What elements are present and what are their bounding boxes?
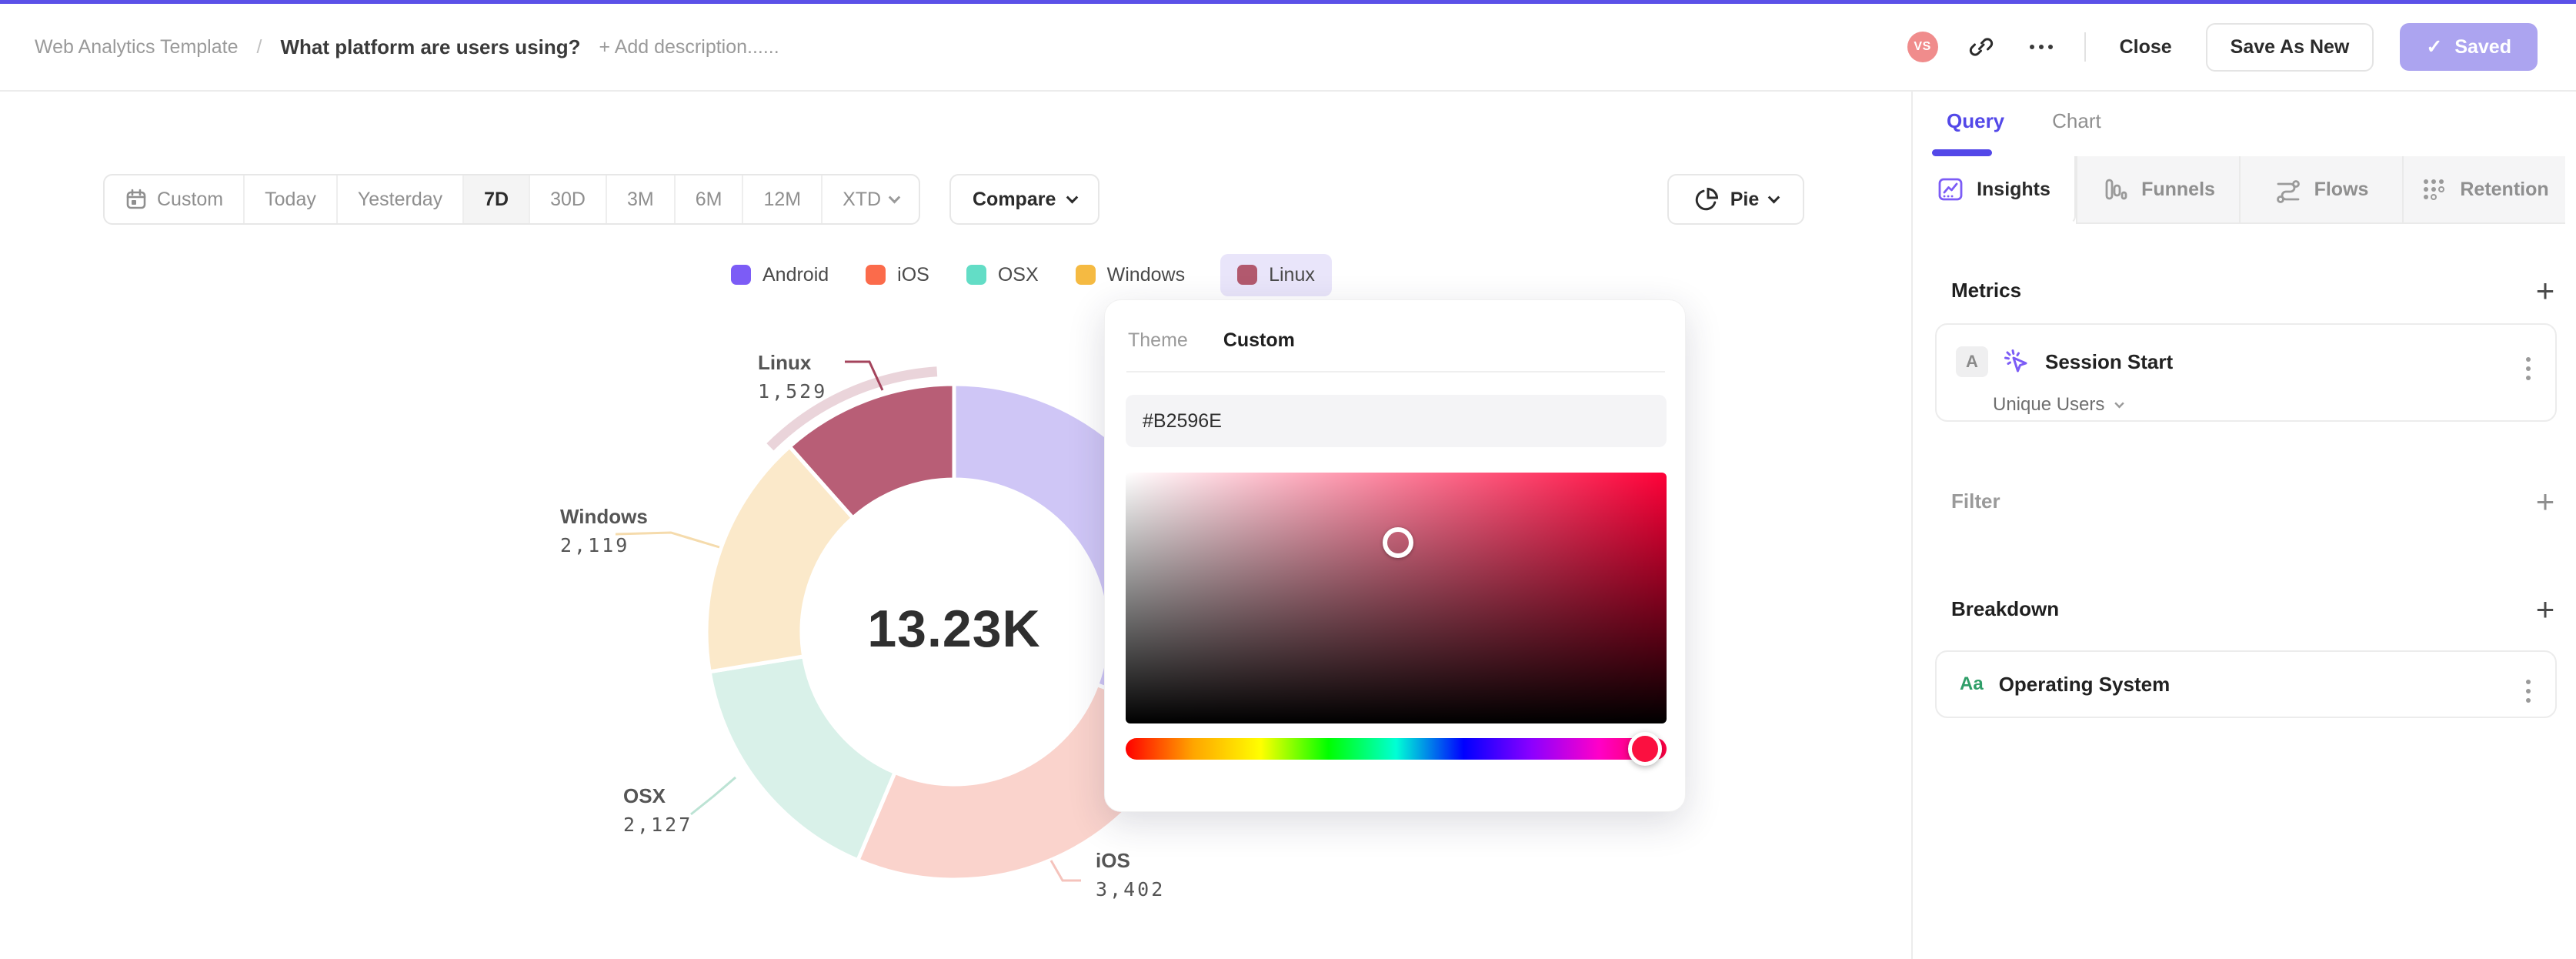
- label-connector-ios: [1049, 860, 1081, 882]
- breakdown-heading: Breakdown: [1951, 597, 2060, 620]
- legend-item-android[interactable]: Android: [729, 254, 830, 296]
- chevron-down-icon: [2114, 398, 2125, 408]
- date-range-selector: Custom Today Yesterday 7D 30D 3M 6M 12M XTD: [103, 174, 921, 225]
- slice-label-ios: iOS 3,402: [1096, 849, 1166, 901]
- label-connector-osx: [690, 776, 736, 816]
- active-tab-underline: [1932, 149, 1992, 156]
- legend-swatch: [1237, 265, 1258, 285]
- flows-icon: [2274, 175, 2302, 203]
- chevron-down-icon: [888, 191, 901, 203]
- chevron-down-icon: [1066, 191, 1079, 203]
- tab-retention[interactable]: Retention: [2402, 156, 2565, 224]
- legend-item-linux[interactable]: Linux: [1220, 253, 1332, 296]
- sidebar-mode-tabs: Query Chart: [1947, 109, 2101, 133]
- avatar[interactable]: VS: [1907, 32, 1938, 62]
- range-button-yesterday[interactable]: Yesterday: [335, 175, 462, 223]
- page-title[interactable]: What platform are users using?: [280, 35, 580, 59]
- range-button-today[interactable]: Today: [243, 175, 336, 223]
- slice-label-windows: Windows 2,119: [560, 505, 648, 556]
- compare-button[interactable]: Compare: [949, 174, 1100, 225]
- donut-slice-osx[interactable]: [707, 654, 897, 863]
- breadcrumb-root[interactable]: Web Analytics Template: [35, 36, 239, 58]
- breadcrumb: Web Analytics Template / What platform a…: [35, 4, 779, 90]
- close-button[interactable]: Close: [2112, 25, 2180, 69]
- tab-insights[interactable]: Insights: [1913, 156, 2076, 224]
- legend-swatch: [731, 265, 751, 285]
- filter-heading: Filter: [1951, 490, 2000, 513]
- tab-theme[interactable]: Theme: [1128, 329, 1188, 352]
- metric-menu-icon[interactable]: [2521, 353, 2535, 385]
- pie-chart-icon: [1693, 186, 1720, 212]
- calendar-icon: [125, 188, 148, 211]
- metric-series-badge: A: [1956, 346, 1988, 377]
- insights-icon: [1937, 175, 1964, 203]
- metric-card[interactable]: A Session Start Unique Users: [1935, 323, 2557, 422]
- chart-total-value: 13.23K: [867, 600, 1041, 658]
- analysis-type-tabs: Insights Funnels Flows Retention: [1913, 156, 2565, 224]
- save-as-new-button[interactable]: Save As New: [2205, 22, 2374, 72]
- funnels-icon: [2101, 175, 2129, 203]
- saturation-value-area[interactable]: [1126, 473, 1667, 723]
- metric-label: Session Start: [2045, 349, 2174, 373]
- header-actions: VS Close Save As New ✓ Saved: [1907, 4, 2538, 90]
- metrics-heading: Metrics: [1951, 279, 2022, 302]
- slice-label-linux: Linux 1,529: [758, 351, 828, 403]
- range-button-xtd[interactable]: XTD: [821, 175, 919, 223]
- range-button-30d[interactable]: 30D: [529, 175, 606, 223]
- chevron-down-icon: [1767, 191, 1780, 203]
- aggregation-dropdown[interactable]: Unique Users: [1993, 394, 2125, 416]
- hue-slider-thumb[interactable]: [1627, 732, 1662, 766]
- range-button-3m[interactable]: 3M: [605, 175, 674, 223]
- tab-chart[interactable]: Chart: [2052, 109, 2101, 133]
- add-metric-button[interactable]: +: [2530, 275, 2561, 307]
- legend-item-ios[interactable]: iOS: [864, 254, 931, 296]
- session-start-icon: [2002, 347, 2031, 376]
- legend-swatch: [966, 265, 986, 285]
- tab-custom[interactable]: Custom: [1223, 329, 1295, 352]
- chart-legend: Android iOS OSX Windows Linux: [729, 248, 1332, 302]
- divider: [1126, 371, 1665, 373]
- share-link-icon[interactable]: [1964, 30, 1998, 64]
- hue-slider[interactable]: [1126, 732, 1667, 766]
- add-filter-button[interactable]: +: [2530, 486, 2561, 518]
- legend-item-osx[interactable]: OSX: [965, 254, 1040, 296]
- add-breakdown-button[interactable]: +: [2530, 593, 2561, 626]
- hex-color-input[interactable]: [1126, 395, 1667, 447]
- tab-flows[interactable]: Flows: [2239, 156, 2402, 224]
- color-picker-popup: Theme Custom: [1104, 299, 1686, 812]
- color-cursor[interactable]: [1383, 527, 1414, 559]
- check-icon: ✓: [2426, 36, 2443, 58]
- range-button-7d[interactable]: 7D: [462, 175, 529, 223]
- legend-swatch: [1075, 265, 1096, 285]
- chart-type-button[interactable]: Pie: [1667, 174, 1804, 225]
- saved-button[interactable]: ✓ Saved: [2400, 23, 2538, 71]
- tab-funnels[interactable]: Funnels: [2076, 156, 2239, 224]
- legend-item-windows[interactable]: Windows: [1074, 254, 1186, 296]
- range-button-12m[interactable]: 12M: [742, 175, 821, 223]
- text-property-icon: Aa: [1960, 673, 1984, 694]
- slice-label-osx: OSX 2,127: [623, 784, 693, 836]
- color-picker-tabs: Theme Custom: [1128, 329, 1295, 352]
- breakdown-label: Operating System: [1998, 672, 2171, 696]
- header-divider: [2084, 32, 2086, 62]
- range-button-6m[interactable]: 6M: [673, 175, 742, 223]
- retention-icon: [2420, 175, 2448, 203]
- header: Web Analytics Template / What platform a…: [0, 4, 2576, 92]
- add-description-button[interactable]: + Add description......: [599, 36, 779, 58]
- breakdown-menu-icon[interactable]: [2521, 675, 2535, 707]
- tab-query[interactable]: Query: [1947, 109, 2004, 133]
- breakdown-card[interactable]: Aa Operating System: [1935, 650, 2557, 718]
- legend-swatch: [866, 265, 886, 285]
- more-options-icon[interactable]: [2024, 30, 2058, 64]
- range-button-custom[interactable]: Custom: [105, 175, 243, 223]
- breadcrumb-separator: /: [256, 35, 262, 58]
